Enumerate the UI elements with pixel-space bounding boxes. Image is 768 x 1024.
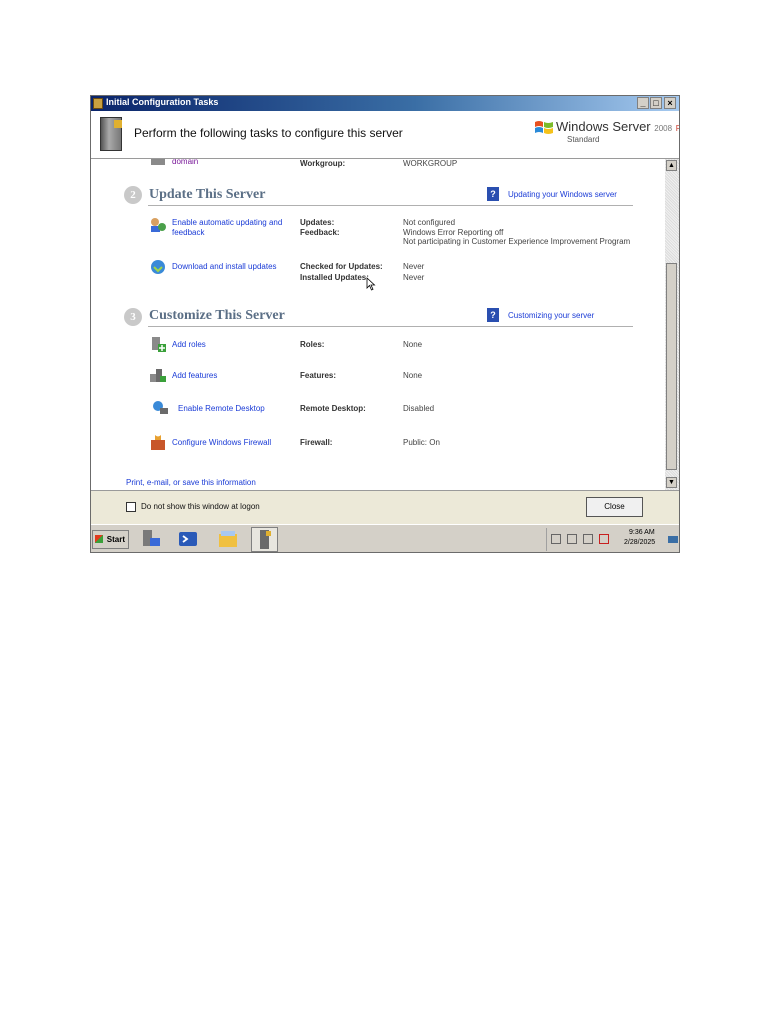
update-settings-icon	[151, 218, 166, 232]
initial-config-icon	[260, 530, 271, 549]
server-tower-icon	[100, 117, 122, 151]
task-link-add-roles[interactable]: Add roles	[172, 340, 206, 350]
server-manager-icon[interactable]	[140, 528, 162, 550]
header-banner: Perform the following tasks to configure…	[91, 111, 679, 159]
installed-updates-label: Installed Updates:	[300, 273, 369, 282]
task-link-configure-firewall[interactable]: Configure Windows Firewall	[172, 438, 271, 448]
notification-icon[interactable]	[583, 534, 593, 544]
clock-time[interactable]: 9:36 AM	[629, 529, 655, 536]
page-title: Perform the following tasks to configure…	[134, 126, 403, 140]
close-window-button[interactable]: ×	[664, 97, 676, 109]
firewall-label: Firewall:	[300, 438, 333, 447]
logo-name: Windows Server	[556, 119, 651, 134]
close-button[interactable]: Close	[586, 497, 643, 517]
checked-for-updates-value: Never	[403, 262, 425, 271]
windows-server-logo: Windows Server 2008 R2	[556, 119, 679, 134]
scroll-down-button[interactable]: ▼	[666, 477, 677, 488]
remote-desktop-value: Disabled	[403, 404, 435, 413]
computer-domain-icon	[151, 159, 165, 165]
network-icon[interactable]	[567, 534, 577, 544]
start-label: Start	[106, 535, 125, 544]
flag-icon[interactable]	[551, 534, 561, 544]
task-link-line: feedback	[172, 228, 205, 237]
footer-bar: Do not show this window at logon Close	[91, 490, 679, 525]
task-link-add-features[interactable]: Add features	[172, 371, 217, 381]
task-link-domain[interactable]: domain	[172, 159, 198, 167]
minimize-button[interactable]: _	[637, 97, 649, 109]
section-divider	[148, 326, 633, 327]
section-number-3: 3	[124, 308, 142, 326]
window-app-icon	[93, 98, 103, 109]
firewall-value: Public: On	[403, 438, 440, 447]
powershell-icon[interactable]	[177, 528, 199, 550]
vertical-scrollbar[interactable]: ▲ ▼	[665, 159, 679, 490]
start-button[interactable]: Start	[92, 530, 129, 549]
logo-edition: Standard	[567, 135, 600, 144]
section-title-customize: Customize This Server	[149, 308, 285, 323]
checked-for-updates-label: Checked for Updates:	[300, 262, 383, 271]
section-divider	[148, 205, 633, 206]
help-book-icon[interactable]: ?	[487, 187, 499, 201]
features-value: None	[403, 371, 423, 380]
features-label: Features:	[300, 371, 337, 380]
feedback-value-ceip: Not participating in Customer Experience…	[403, 237, 631, 246]
mouse-cursor-icon	[366, 277, 376, 291]
firewall-icon	[151, 435, 165, 450]
taskbar: Start 9:36 AM 2/28/2025	[91, 524, 679, 552]
task-link-download-updates[interactable]: Download and install updates	[172, 262, 277, 272]
title-bar[interactable]: Initial Configuration Tasks _ □ ×	[91, 96, 679, 111]
windows-flag-icon	[535, 121, 553, 134]
explorer-folder-icon[interactable]	[217, 528, 239, 550]
remote-desktop-icon	[153, 401, 168, 414]
roles-label: Roles:	[300, 340, 325, 349]
feedback-label: Feedback:	[300, 228, 340, 237]
workgroup-value: WORKGROUP	[403, 159, 458, 168]
print-email-save-link[interactable]: Print, e-mail, or save this information	[126, 478, 256, 487]
show-desktop-icon[interactable]	[668, 536, 678, 543]
add-features-icon	[150, 369, 166, 382]
logo-release: R2	[676, 124, 679, 133]
scroll-thumb[interactable]	[666, 263, 677, 470]
initial-configuration-window: Initial Configuration Tasks _ □ × Perfor…	[90, 95, 680, 553]
task-link-enable-remote-desktop[interactable]: Enable Remote Desktop	[178, 404, 265, 414]
windows-start-icon	[95, 535, 103, 543]
clock-date[interactable]: 2/28/2025	[624, 539, 655, 546]
roles-value: None	[403, 340, 423, 349]
system-tray: 9:36 AM 2/28/2025	[546, 528, 679, 551]
task-link-line: Enable automatic updating and	[172, 218, 283, 227]
taskbar-active-app[interactable]	[251, 527, 278, 552]
do-not-show-label[interactable]: Do not show this window at logon	[141, 502, 260, 511]
workgroup-label: Workgroup:	[300, 159, 346, 168]
task-link-enable-auto-updating[interactable]: Enable automatic updating and feedback	[172, 218, 282, 238]
remote-desktop-label: Remote Desktop:	[300, 404, 366, 413]
scroll-up-button[interactable]: ▲	[666, 160, 677, 171]
download-updates-icon	[151, 260, 165, 274]
tasks-content: domain Workgroup: WORKGROUP 2 Update Thi…	[91, 159, 665, 489]
maximize-button[interactable]: □	[650, 97, 662, 109]
section-number-2: 2	[124, 186, 142, 204]
logo-version: 2008	[654, 124, 673, 133]
updates-label: Updates:	[300, 218, 335, 227]
add-roles-icon	[152, 337, 166, 352]
help-link-updating[interactable]: Updating your Windows server	[508, 190, 617, 199]
help-link-customizing[interactable]: Customizing your server	[508, 311, 594, 320]
installed-updates-value: Never	[403, 273, 425, 282]
volume-muted-icon[interactable]	[599, 534, 609, 544]
window-title: Initial Configuration Tasks	[106, 97, 219, 107]
help-book-icon[interactable]: ?	[487, 308, 499, 322]
section-title-update: Update This Server	[149, 187, 266, 202]
updates-value: Not configured	[403, 218, 456, 227]
do-not-show-checkbox[interactable]	[126, 502, 136, 512]
